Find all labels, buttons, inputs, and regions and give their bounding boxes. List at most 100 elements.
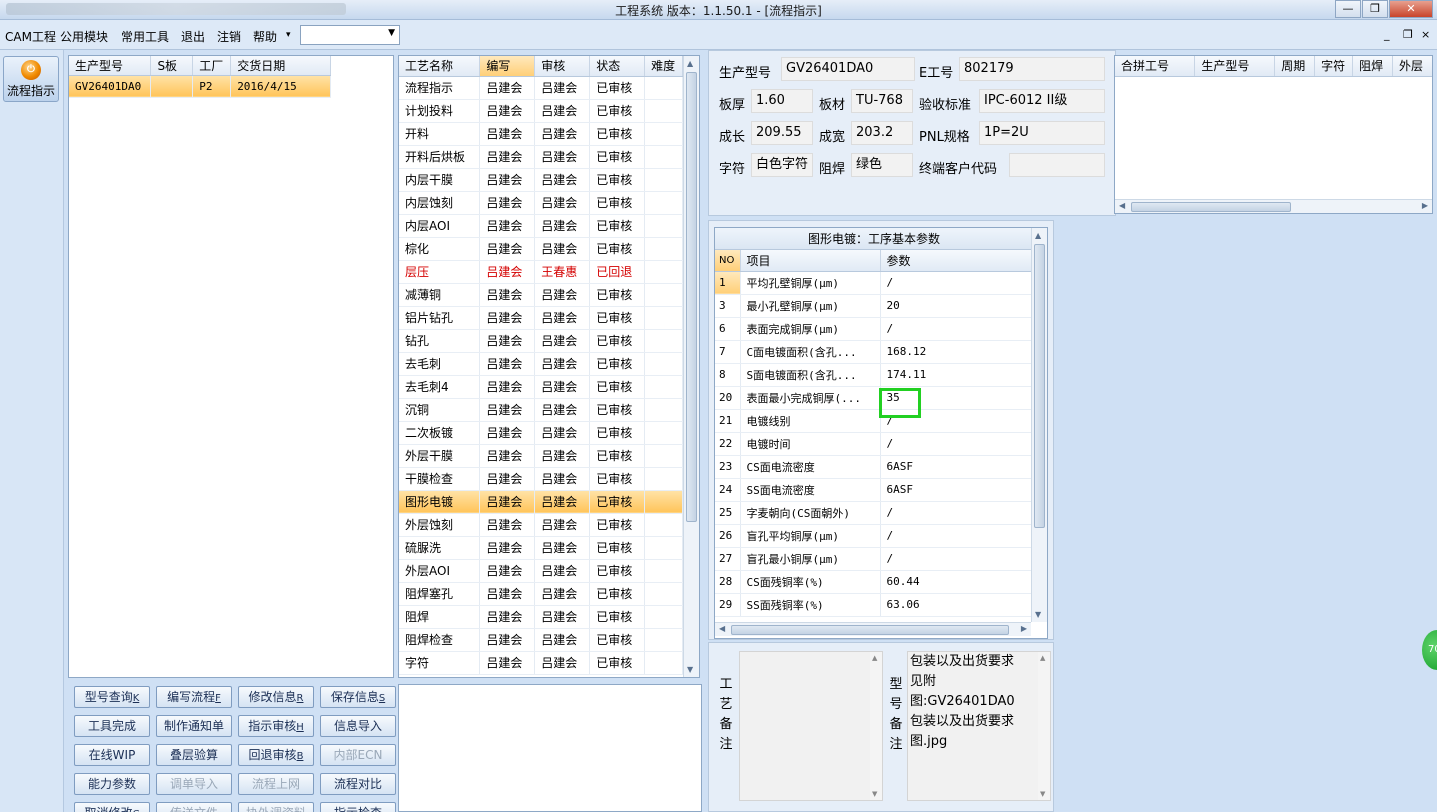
table-row[interactable]: 二次板镀 吕建会 吕建会 已审核	[399, 421, 683, 445]
col-no[interactable]: NO	[715, 250, 741, 272]
menu-public-modules[interactable]: 公用模块	[60, 28, 108, 45]
scroll-thumb[interactable]	[686, 72, 697, 522]
cell-value[interactable]: 63.06	[880, 593, 1034, 617]
table-row[interactable]: 流程指示 吕建会 吕建会 已审核	[399, 76, 683, 100]
params-hscrollbar[interactable]: ◀ ▶	[715, 622, 1031, 636]
param-row[interactable]: 26 盲孔平均铜厚(μm) /	[715, 524, 1034, 548]
action-button[interactable]: 内部ECN	[320, 744, 396, 766]
process-note-scrollbar[interactable]: ▲ ▼	[870, 652, 882, 800]
table-row[interactable]: 开料 吕建会 吕建会 已审核	[399, 122, 683, 146]
close-button[interactable]: ✕	[1389, 0, 1433, 18]
cell-value[interactable]: /	[880, 432, 1034, 456]
table-row[interactable]: 铝片钻孔 吕建会 吕建会 已审核	[399, 306, 683, 330]
param-row[interactable]: 3 最小孔壁铜厚(μm) 20	[715, 294, 1034, 318]
cell-value[interactable]: 20	[880, 294, 1034, 318]
model-field[interactable]: GV26401DA0	[781, 57, 915, 81]
param-row[interactable]: 1 平均孔壁铜厚(μm) /	[715, 271, 1034, 295]
action-button[interactable]: 修改信息R	[238, 686, 314, 708]
restore-button[interactable]: ❐	[1362, 0, 1388, 18]
mdi-minimize-button[interactable]: _	[1384, 28, 1390, 41]
param-row[interactable]: 7 C面电镀面积(含孔... 168.12	[715, 340, 1034, 364]
col-status[interactable]: 状态	[589, 56, 646, 77]
table-row[interactable]: 干膜检查 吕建会 吕建会 已审核	[399, 467, 683, 491]
table-row[interactable]: 外层干膜 吕建会 吕建会 已审核	[399, 444, 683, 468]
table-row[interactable]: 外层蚀刻 吕建会 吕建会 已审核	[399, 513, 683, 537]
col-combined-no[interactable]: 合拼工号	[1115, 56, 1196, 77]
param-row[interactable]: 29 SS面残铜率(%) 63.06	[715, 593, 1034, 617]
col-process-name[interactable]: 工艺名称	[399, 56, 481, 77]
action-button[interactable]: 传送文件	[156, 802, 232, 812]
cell-value[interactable]: 6ASF	[880, 478, 1034, 502]
param-row[interactable]: 24 SS面电流密度 6ASF	[715, 478, 1034, 502]
scroll-up-icon[interactable]: ▲	[687, 59, 693, 68]
customer-field[interactable]	[1009, 153, 1105, 177]
col-writer[interactable]: 编写	[479, 56, 536, 77]
col-combined-mask[interactable]: 阻焊	[1352, 56, 1394, 77]
params-vscrollbar[interactable]: ▲ ▼	[1031, 228, 1047, 622]
cell-value[interactable]: /	[880, 524, 1034, 548]
action-button[interactable]: 调单导入	[156, 773, 232, 795]
action-button[interactable]: 协外调资料	[238, 802, 314, 812]
scroll-down-icon[interactable]: ▼	[1040, 790, 1045, 798]
material-field[interactable]: TU-768	[851, 89, 913, 113]
action-button[interactable]: 指示检查	[320, 802, 396, 812]
col-difficulty[interactable]: 难度	[644, 56, 683, 77]
table-row[interactable]: 钻孔 吕建会 吕建会 已审核	[399, 329, 683, 353]
col-value[interactable]: 参数	[880, 250, 1034, 272]
table-row[interactable]: 内层干膜 吕建会 吕建会 已审核	[399, 168, 683, 192]
scroll-thumb[interactable]	[1034, 244, 1045, 528]
cell-value[interactable]: 174.11	[880, 363, 1034, 387]
help-dropdown-icon[interactable]: ▾	[286, 30, 291, 40]
scroll-up-icon[interactable]: ▲	[1040, 654, 1045, 662]
nav-flow-instruction-button[interactable]: ⏻ 流程指示	[3, 56, 59, 102]
col-combined-outer[interactable]: 外层	[1392, 56, 1432, 77]
table-row[interactable]: 外层AOI 吕建会 吕建会 已审核	[399, 559, 683, 583]
mdi-close-button[interactable]: ×	[1421, 28, 1430, 41]
cell-value[interactable]: /	[880, 317, 1034, 341]
param-row[interactable]: 28 CS面残铜率(%) 60.44	[715, 570, 1034, 594]
scroll-left-icon[interactable]: ◀	[719, 624, 725, 633]
table-row[interactable]: 去毛刺4 吕建会 吕建会 已审核	[399, 375, 683, 399]
cell-value[interactable]: 60.44	[880, 570, 1034, 594]
pnl-field[interactable]: 1P=2U	[979, 121, 1105, 145]
model-note-scrollbar[interactable]: ▲ ▼	[1038, 652, 1050, 800]
scroll-up-icon[interactable]: ▲	[872, 654, 877, 662]
action-button[interactable]: 流程对比	[320, 773, 396, 795]
action-button[interactable]: 取消修改C	[74, 802, 150, 812]
action-button[interactable]: 指示审核H	[238, 715, 314, 737]
param-row[interactable]: 8 S面电镀面积(含孔... 174.11	[715, 363, 1034, 387]
action-button[interactable]: 制作通知单	[156, 715, 232, 737]
col-combined-char[interactable]: 字符	[1314, 56, 1354, 77]
col-item[interactable]: 项目	[740, 250, 881, 272]
col-combined-period[interactable]: 周期	[1274, 56, 1316, 77]
scroll-up-icon[interactable]: ▲	[1035, 231, 1041, 240]
menu-tools[interactable]: 常用工具	[121, 28, 169, 45]
col-model[interactable]: 生产型号	[69, 56, 152, 76]
table-row[interactable]: 内层蚀刻 吕建会 吕建会 已审核	[399, 191, 683, 215]
cell-value[interactable]: /	[880, 547, 1034, 571]
action-button[interactable]: 回退审核B	[238, 744, 314, 766]
cell-value[interactable]: /	[880, 271, 1034, 295]
action-button[interactable]: 保存信息S	[320, 686, 396, 708]
char-field[interactable]: 白色字符	[751, 153, 813, 177]
table-row[interactable]: 开料后烘板 吕建会 吕建会 已审核	[399, 145, 683, 169]
cell-value[interactable]: /	[880, 501, 1034, 525]
scroll-right-icon[interactable]: ▶	[1021, 624, 1027, 633]
width-field[interactable]: 203.2	[851, 121, 913, 145]
param-row[interactable]: 20 表面最小完成铜厚(... 35	[715, 386, 1034, 410]
mask-field[interactable]: 绿色	[851, 153, 913, 177]
param-row[interactable]: 22 电镀时间 /	[715, 432, 1034, 456]
table-row[interactable]: 计划投料 吕建会 吕建会 已审核	[399, 99, 683, 123]
param-row[interactable]: 6 表面完成铜厚(μm) /	[715, 317, 1034, 341]
scroll-down-icon[interactable]: ▼	[872, 790, 877, 798]
table-row[interactable]: 字符 吕建会 吕建会 已审核	[399, 651, 683, 675]
param-row[interactable]: 23 CS面电流密度 6ASF	[715, 455, 1034, 479]
action-button[interactable]: 信息导入	[320, 715, 396, 737]
scroll-down-icon[interactable]: ▼	[687, 665, 693, 674]
thickness-field[interactable]: 1.60	[751, 89, 813, 113]
col-reviewer[interactable]: 审核	[534, 56, 591, 77]
length-field[interactable]: 209.55	[751, 121, 813, 145]
param-row[interactable]: 27 盲孔最小铜厚(μm) /	[715, 547, 1034, 571]
table-row[interactable]: 阻焊 吕建会 吕建会 已审核	[399, 605, 683, 629]
action-button[interactable]: 编写流程F	[156, 686, 232, 708]
